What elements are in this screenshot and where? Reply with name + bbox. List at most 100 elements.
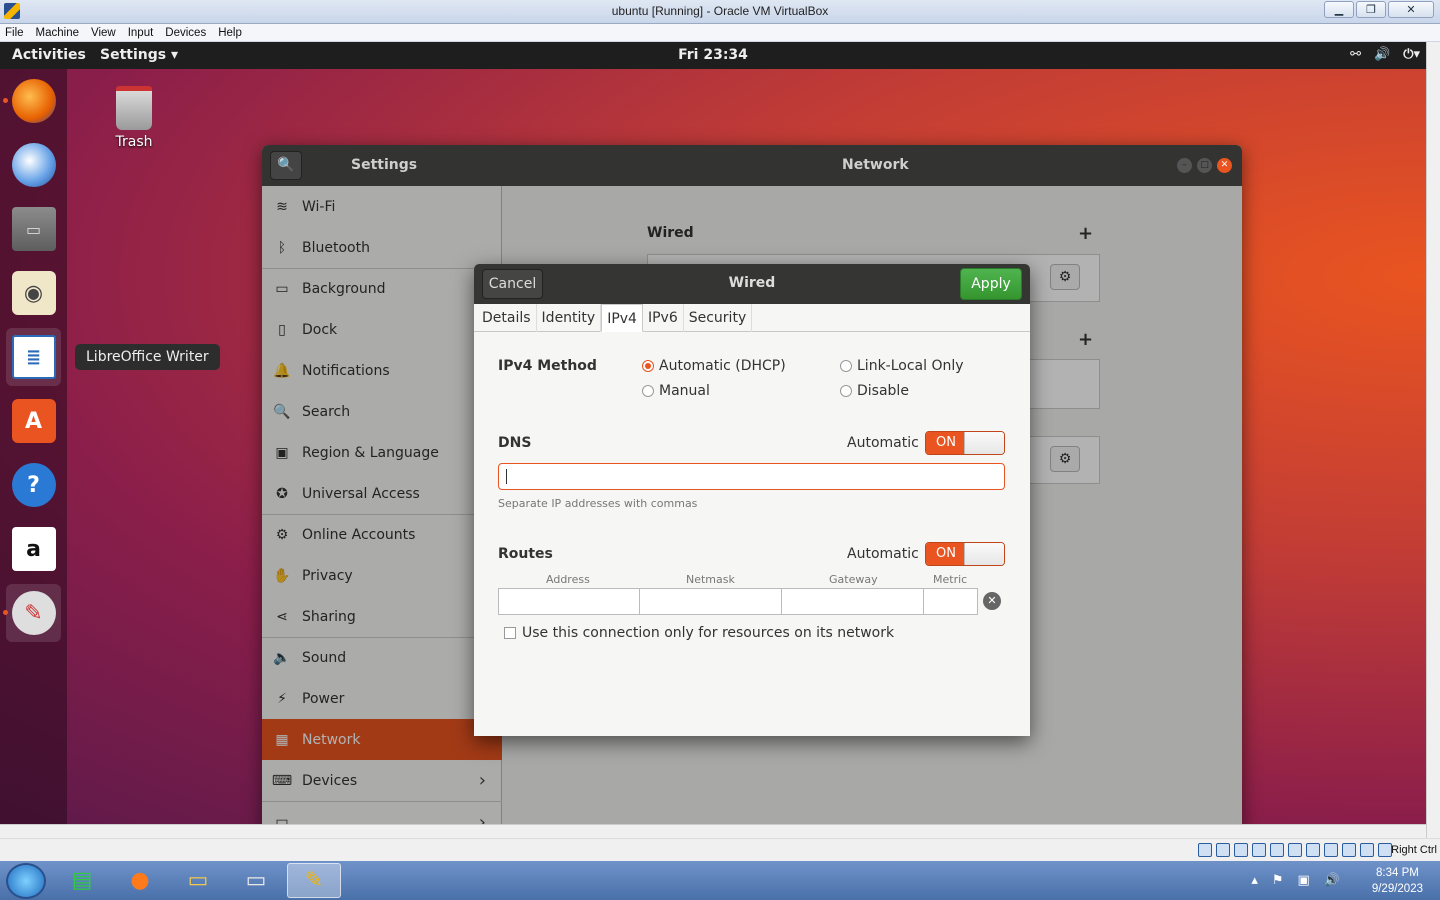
optical-status-icon[interactable] (1216, 843, 1230, 857)
taskbar-app-remote[interactable]: ▭ (229, 863, 283, 898)
search-button[interactable]: 🔍 (270, 151, 302, 180)
dock-firefox[interactable] (3, 72, 61, 130)
routes-automatic-toggle[interactable]: ON (925, 542, 1005, 566)
firefox-icon (11, 79, 56, 123)
only-resources-checkbox[interactable]: Use this connection only for resources o… (504, 625, 894, 641)
keyboard-capture-icon[interactable] (1378, 843, 1392, 857)
usb-status-icon[interactable] (1270, 843, 1284, 857)
start-button[interactable] (6, 863, 46, 899)
recording-status-icon[interactable] (1324, 843, 1338, 857)
dock-settings[interactable]: ✎ (3, 584, 61, 642)
dialog-header: Cancel Wired Apply (474, 264, 1030, 304)
top-bar-clock[interactable]: Fri 23:34 (0, 47, 1426, 63)
audio-status-icon[interactable] (1234, 843, 1248, 857)
wired-dialog: Cancel Wired Apply Details Identity IPv4… (474, 264, 1030, 736)
tab-details[interactable]: Details (477, 304, 537, 332)
host-key-label: Right Ctrl (1391, 844, 1437, 856)
ubuntu-dock: ▭ ◉ ≣ A ? a ✎ (0, 69, 67, 824)
taskbar-app-notes[interactable]: ▤ (55, 863, 109, 898)
cpu-status-icon[interactable] (1342, 843, 1356, 857)
radio-link-local-only[interactable]: Link-Local Only (840, 358, 964, 374)
volume-icon[interactable]: 🔊 (1374, 47, 1390, 62)
tab-security[interactable]: Security (684, 304, 753, 332)
close-button[interactable]: ✕ (1388, 1, 1434, 18)
dns-input[interactable] (498, 463, 1005, 490)
taskbar-clock[interactable]: 8:34 PM 9/29/2023 (1372, 865, 1423, 897)
virtualbox-icon: ✎ (304, 868, 324, 893)
mouse-integration-icon[interactable] (1360, 843, 1374, 857)
desktop-trash[interactable]: Trash (106, 86, 162, 150)
dialog-tabs: Details Identity IPv4 IPv6 Security (474, 304, 1030, 332)
route-gateway-input[interactable] (781, 588, 924, 615)
virtualbox-status-bar: Right Ctrl (0, 838, 1440, 861)
display-status-icon[interactable] (1306, 843, 1320, 857)
menu-machine[interactable]: Machine (36, 27, 79, 39)
ubuntu-desktop: Activities Settings ▾ Fri 23:34 ⚯ 🔊 ⏻▾ ▭… (0, 42, 1426, 824)
shared-folders-status-icon[interactable] (1288, 843, 1302, 857)
ipv4-method-label: IPv4 Method (498, 358, 597, 374)
settings-title: Settings (351, 157, 418, 173)
apply-button[interactable]: Apply (960, 268, 1022, 300)
route-netmask-input[interactable] (639, 588, 782, 615)
tab-ipv4[interactable]: IPv4 (601, 304, 643, 332)
dialog-title: Wired (728, 275, 776, 291)
window-icon: ▭ (245, 868, 267, 893)
amazon-icon: a (11, 527, 56, 571)
tray-network-icon[interactable]: ▣ (1298, 873, 1310, 888)
dns-automatic-toggle[interactable]: ON (925, 431, 1005, 455)
menu-input[interactable]: Input (128, 27, 154, 39)
menu-file[interactable]: File (5, 27, 24, 39)
radio-automatic-dhcp[interactable]: Automatic (DHCP) (642, 358, 786, 374)
tab-identity[interactable]: Identity (537, 304, 602, 332)
taskbar-app-firefox[interactable]: ● (113, 863, 167, 898)
network-status-icon[interactable] (1252, 843, 1266, 857)
gnome-top-bar: Activities Settings ▾ Fri 23:34 ⚯ 🔊 ⏻▾ (0, 42, 1426, 69)
remove-route-icon[interactable]: ✕ (983, 592, 1001, 610)
thunderbird-icon (11, 143, 56, 187)
dock-software-center[interactable]: A (6, 392, 61, 450)
settings-icon: ✎ (11, 591, 56, 635)
network-status-icon[interactable]: ⚯ (1350, 47, 1361, 62)
window-close-button[interactable]: ✕ (1217, 158, 1232, 173)
dock-thunderbird[interactable] (6, 136, 61, 194)
taskbar-app-virtualbox[interactable]: ✎ (287, 863, 341, 898)
radio-manual[interactable]: Manual (642, 383, 710, 399)
tab-ipv6[interactable]: IPv6 (643, 304, 684, 332)
menu-help[interactable]: Help (218, 27, 242, 39)
taskbar-app-explorer[interactable]: ▭ (171, 863, 225, 898)
windows-taskbar: ▤ ● ▭ ▭ ✎ ▴ ⚑ ▣ 🔊 8:34 PM 9/29/2023 (0, 861, 1440, 900)
routes-col-netmask: Netmask (686, 573, 735, 586)
dock-files[interactable]: ▭ (6, 200, 61, 258)
vertical-scrollbar[interactable] (1426, 42, 1440, 838)
power-menu-icon[interactable]: ⏻▾ (1403, 47, 1420, 62)
panel-title: Network (842, 157, 909, 173)
window-maximize-button[interactable]: □ (1197, 158, 1212, 173)
dock-tooltip: LibreOffice Writer (75, 344, 220, 370)
tray-expand-icon[interactable]: ▴ (1251, 873, 1258, 888)
files-icon: ▭ (11, 207, 56, 251)
dock-rhythmbox[interactable]: ◉ (6, 264, 61, 322)
routes-col-gateway: Gateway (829, 573, 878, 586)
help-icon: ? (11, 463, 56, 507)
dock-libreoffice-writer[interactable]: ≣ (6, 328, 61, 386)
menu-devices[interactable]: Devices (165, 27, 206, 39)
window-title: ubuntu [Running] - Oracle VM VirtualBox (611, 4, 829, 18)
route-address-input[interactable] (498, 588, 640, 615)
window-minimize-button[interactable]: – (1177, 158, 1192, 173)
horizontal-scrollbar[interactable] (0, 824, 1426, 838)
dock-amazon[interactable]: a (6, 520, 61, 578)
routes-col-metric: Metric (933, 573, 968, 586)
trash-label: Trash (115, 134, 153, 150)
radio-disable[interactable]: Disable (840, 383, 909, 399)
hdd-status-icon[interactable] (1198, 843, 1212, 857)
rhythmbox-icon: ◉ (11, 271, 56, 315)
tray-flag-icon[interactable]: ⚑ (1272, 873, 1284, 888)
route-metric-input[interactable] (923, 588, 978, 615)
maximize-button[interactable]: ❐ (1356, 1, 1386, 18)
minimize-button[interactable]: ▁ (1324, 1, 1354, 18)
notes-icon: ▤ (71, 868, 93, 893)
menu-view[interactable]: View (91, 27, 116, 39)
dock-help[interactable]: ? (6, 456, 61, 514)
tray-volume-icon[interactable]: 🔊 (1324, 873, 1340, 888)
routes-label: Routes (498, 546, 553, 562)
